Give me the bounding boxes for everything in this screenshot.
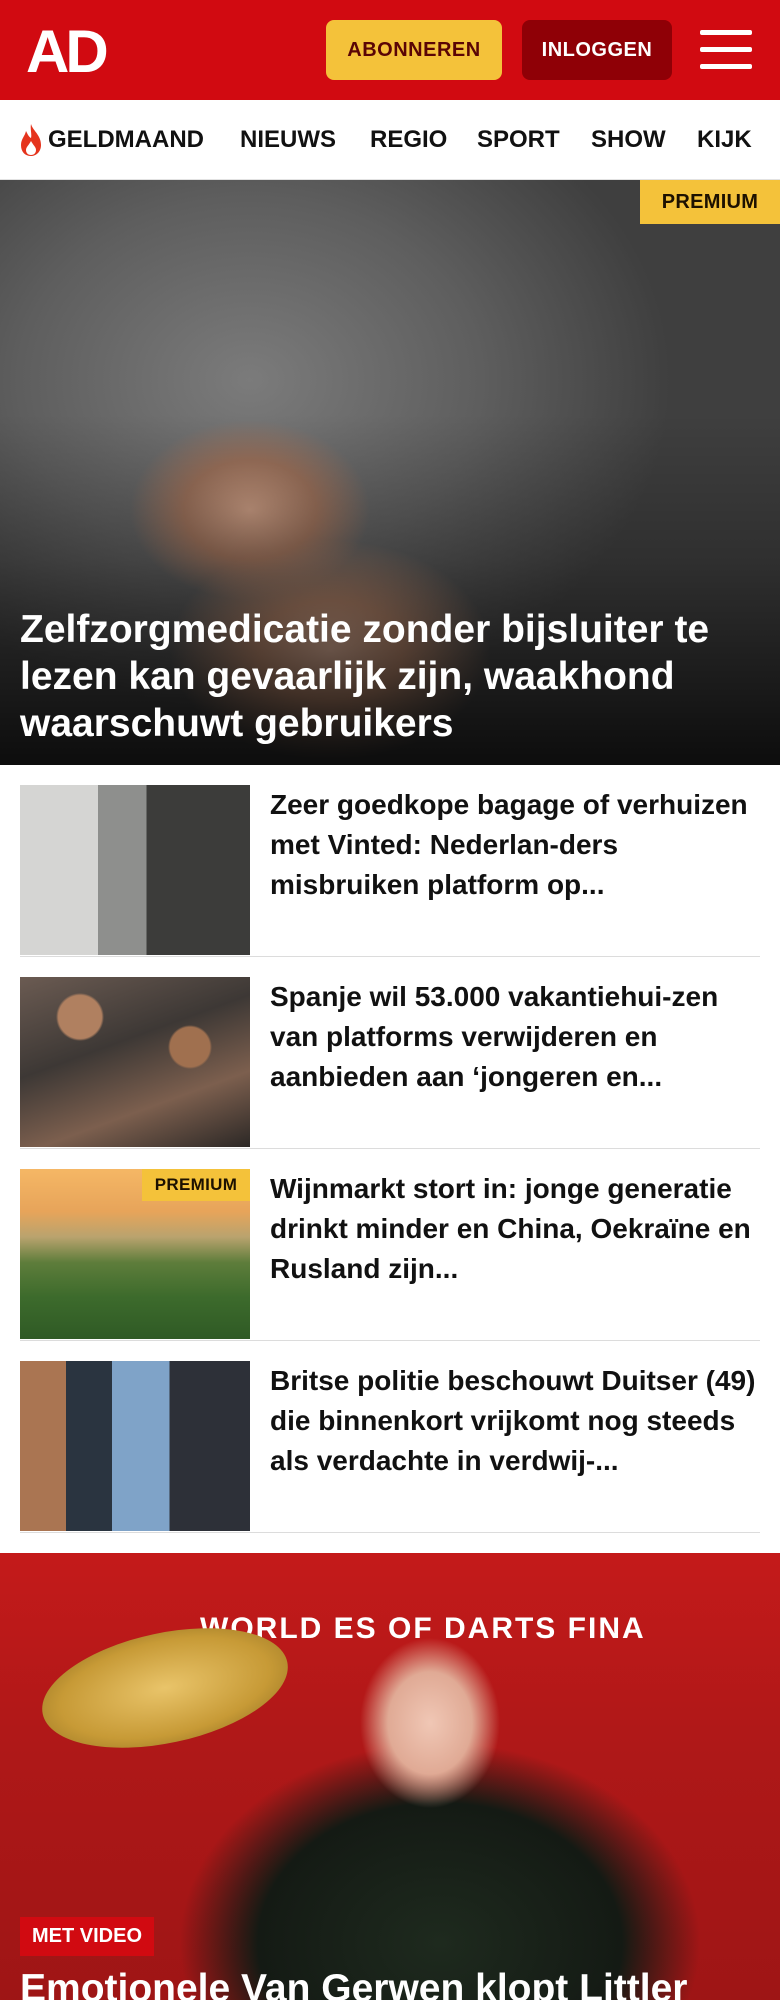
story-title[interactable]: Britse politie beschouwt Duitser (49) di… [270,1361,760,1481]
nav-item-show[interactable]: SHOW [591,100,666,179]
story-thumbnail: PREMIUM [20,1169,250,1339]
nav-item-kijk[interactable]: KIJK [697,100,752,179]
nav-label: SHOW [591,126,666,153]
story-item[interactable]: Spanje wil 53.000 vakantiehui-zen van pl… [20,957,760,1149]
video-story[interactable]: WORLD ES OF DARTS FINA MET VIDEO Emotion… [0,1553,780,2000]
hero-story[interactable]: PREMIUM Zelfzorgmedicatie zonder bijslui… [0,180,780,765]
premium-badge: PREMIUM [640,180,780,224]
story-item[interactable]: Zeer goedkope bagage of verhuizen met Vi… [20,765,760,957]
logo-text: AD [26,20,106,80]
hamburger-icon[interactable] [700,28,752,72]
story-title[interactable]: Zeer goedkope bagage of verhuizen met Vi… [270,785,760,905]
flame-icon [21,124,41,156]
nav-item-geldmaand[interactable]: GELDMAAND [18,100,204,179]
ad-logo[interactable]: AD [26,20,116,80]
subscribe-button[interactable]: ABONNEREN [326,20,502,80]
nav-item-regio[interactable]: REGIO [370,100,448,179]
nav-label: NIEUWS [240,126,336,153]
section-nav: GELDMAAND NIEUWS REGIO SPORT SHOW KIJK [0,100,780,180]
nav-label: KIJK [697,126,752,153]
hero-title[interactable]: Zelfzorgmedicatie zonder bijsluiter te l… [20,606,760,747]
story-thumbnail [20,1361,250,1531]
story-item[interactable]: PREMIUM Wijnmarkt stort in: jonge genera… [20,1149,760,1341]
story-thumbnail [20,977,250,1147]
nav-label: SPORT [477,126,560,153]
nav-label: REGIO [370,126,448,153]
nav-item-sport[interactable]: SPORT [477,100,560,179]
nav-item-nieuws[interactable]: NIEUWS [240,100,336,179]
video-badge: MET VIDEO [20,1917,155,1956]
premium-badge: PREMIUM [142,1169,250,1201]
video-story-title[interactable]: Emotionele Van Gerwen klopt Littler [20,1965,780,2000]
story-thumbnail [20,785,250,955]
login-button[interactable]: INLOGGEN [522,20,672,80]
event-banner: WORLD ES OF DARTS FINA [200,1612,646,1645]
story-title[interactable]: Wijnmarkt stort in: jonge generatie drin… [270,1169,760,1289]
top-bar: AD ABONNEREN INLOGGEN [0,0,780,100]
story-item[interactable]: Britse politie beschouwt Duitser (49) di… [20,1341,760,1533]
nav-label: GELDMAAND [48,126,204,153]
story-title[interactable]: Spanje wil 53.000 vakantiehui-zen van pl… [270,977,760,1097]
